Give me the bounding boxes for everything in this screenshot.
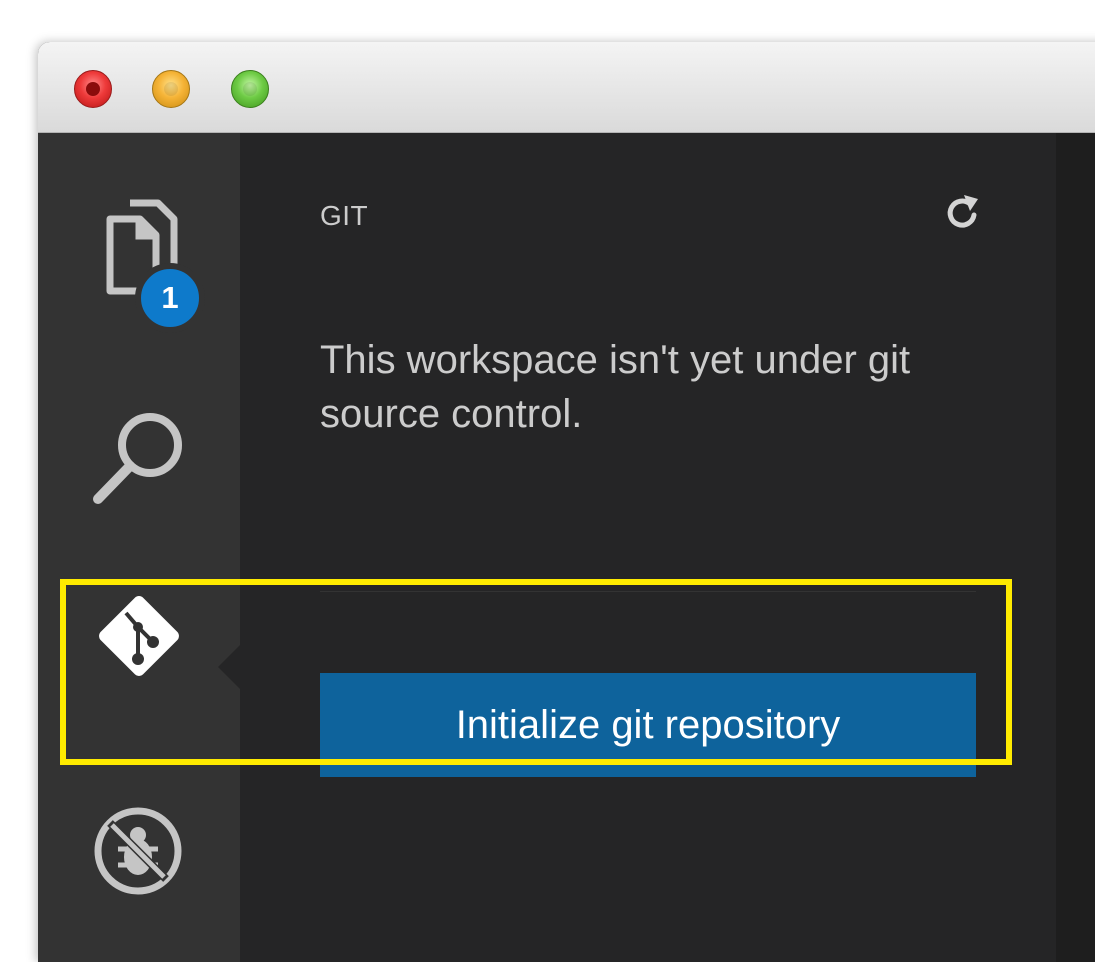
refresh-icon[interactable] [940,191,984,235]
git-icon [99,596,179,676]
editor-area [1056,133,1095,962]
divider [320,591,976,592]
title-bar [38,42,1095,133]
search-icon [93,413,182,504]
activity-bar: 1 [38,133,240,962]
git-panel: GIT This workspace isn't yet under git s… [240,133,1056,962]
activity-debug[interactable] [38,793,240,962]
zoom-window-button[interactable] [231,70,269,108]
debug-icon [94,807,182,895]
activity-search[interactable] [38,333,240,533]
active-indicator [218,645,240,689]
close-window-button[interactable] [74,70,112,108]
explorer-badge: 1 [135,263,205,333]
minimize-window-button[interactable] [152,70,190,108]
initialize-git-repository-button[interactable]: Initialize git repository [320,673,976,777]
app-window: 1 GIT This workspace isn't yet under git… [38,42,1095,962]
not-under-source-control-message: This workspace isn't yet under git sourc… [320,338,911,436]
panel-title: GIT [320,200,369,231]
activity-git[interactable] [38,583,240,753]
